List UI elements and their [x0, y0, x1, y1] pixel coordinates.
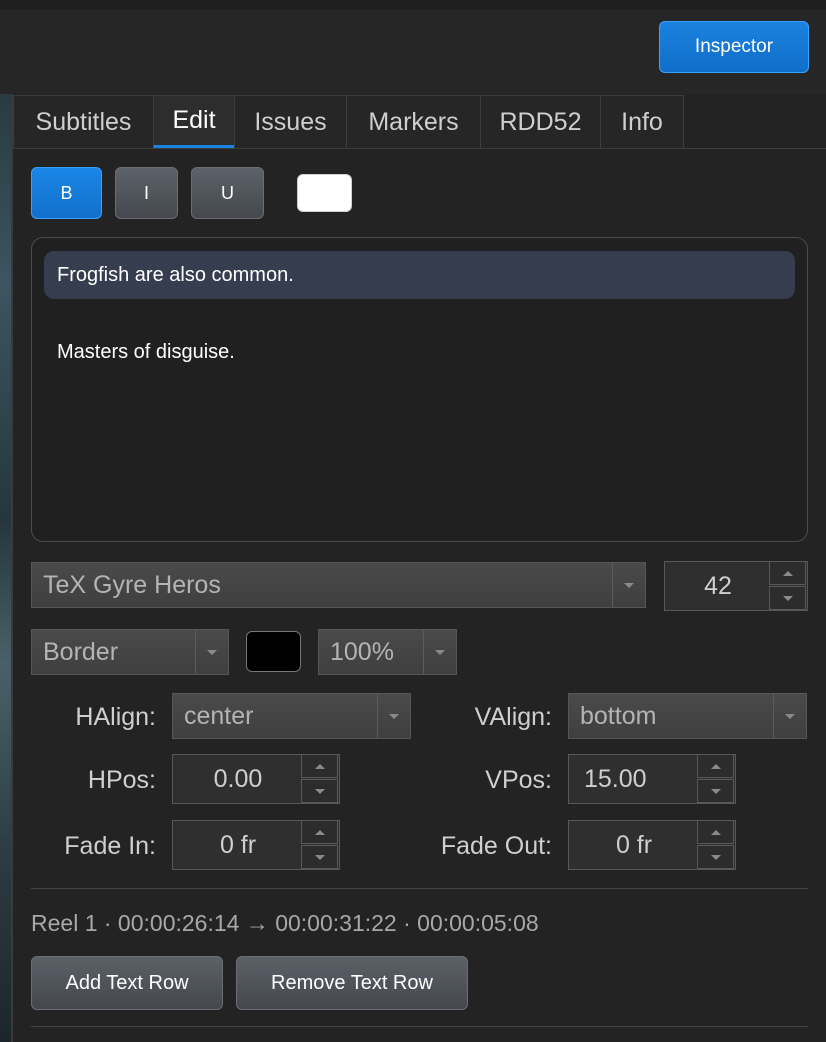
increment-icon[interactable] — [301, 820, 338, 844]
fade-out-value: 0 fr — [615, 830, 653, 859]
fade-out-label: Fade Out: — [440, 832, 552, 860]
panel-border — [11, 94, 13, 1042]
font-family-value: TeX Gyre Heros — [43, 570, 221, 599]
effect-type-select[interactable]: Border — [31, 629, 229, 675]
chevron-down-icon — [195, 630, 228, 674]
increment-icon[interactable] — [301, 754, 338, 778]
font-family-select[interactable]: TeX Gyre Heros — [31, 562, 646, 608]
effect-color-swatch[interactable] — [246, 631, 301, 672]
halign-select[interactable]: center — [172, 693, 411, 739]
text-row[interactable]: Masters of disguise. — [44, 328, 795, 376]
tab-bar: Subtitles Edit Issues Markers RDD52 Info — [13, 95, 684, 148]
increment-icon[interactable] — [769, 561, 806, 585]
timing-info: Reel 1 · 00:00:26:14 → 00:00:31:22 · 00:… — [31, 910, 539, 936]
section-divider — [31, 1026, 808, 1027]
decrement-icon[interactable] — [697, 845, 734, 869]
video-preview-edge — [0, 94, 11, 1042]
valign-select[interactable]: bottom — [568, 693, 807, 739]
halign-label: HAlign: — [75, 703, 156, 731]
chevron-down-icon — [377, 694, 410, 738]
text-row[interactable]: Frogfish are also common. — [44, 251, 795, 299]
vpos-stepper[interactable]: 15.00 — [568, 754, 736, 804]
tab-info[interactable]: Info — [600, 95, 684, 148]
top-edge — [0, 0, 826, 10]
fade-in-stepper[interactable]: 0 fr — [172, 820, 340, 870]
bold-button[interactable]: B — [31, 167, 102, 219]
valign-label: VAlign: — [474, 703, 552, 731]
decrement-icon[interactable] — [301, 779, 338, 803]
increment-icon[interactable] — [697, 820, 734, 844]
decrement-icon[interactable] — [697, 779, 734, 803]
valign-value: bottom — [580, 701, 657, 730]
hpos-value: 0.00 — [213, 764, 263, 793]
italic-button[interactable]: I — [115, 167, 178, 219]
tab-rdd52[interactable]: RDD52 — [480, 95, 601, 148]
font-size-value: 42 — [704, 571, 732, 600]
fade-in-label: Fade In: — [64, 832, 156, 860]
underline-button[interactable]: U — [191, 167, 264, 219]
subtitle-text-editor[interactable]: Frogfish are also common. Masters of dis… — [31, 237, 808, 542]
tab-edit[interactable]: Edit — [153, 95, 235, 148]
font-size-stepper[interactable]: 42 — [664, 561, 808, 611]
tab-markers[interactable]: Markers — [346, 95, 481, 148]
tab-divider — [13, 148, 826, 149]
increment-icon[interactable] — [697, 754, 734, 778]
text-color-swatch[interactable] — [297, 174, 352, 212]
effect-opacity-select[interactable]: 100% — [318, 629, 457, 675]
hpos-stepper[interactable]: 0.00 — [172, 754, 340, 804]
effect-opacity-value: 100% — [330, 637, 394, 666]
chevron-down-icon — [773, 694, 806, 738]
fade-out-stepper[interactable]: 0 fr — [568, 820, 736, 870]
add-text-row-button[interactable]: Add Text Row — [31, 956, 223, 1010]
section-divider — [31, 888, 808, 889]
chevron-down-icon — [423, 630, 456, 674]
remove-text-row-button[interactable]: Remove Text Row — [236, 956, 468, 1010]
fade-in-value: 0 fr — [219, 830, 257, 859]
effect-type-value: Border — [43, 637, 119, 666]
halign-value: center — [184, 701, 254, 730]
vpos-value: 15.00 — [584, 764, 647, 793]
tab-subtitles[interactable]: Subtitles — [13, 95, 154, 148]
tab-issues[interactable]: Issues — [234, 95, 347, 148]
inspector-button[interactable]: Inspector — [659, 21, 809, 73]
hpos-label: HPos: — [87, 766, 156, 794]
vpos-label: VPos: — [485, 766, 552, 794]
chevron-down-icon — [612, 563, 645, 607]
decrement-icon[interactable] — [769, 586, 806, 610]
decrement-icon[interactable] — [301, 845, 338, 869]
